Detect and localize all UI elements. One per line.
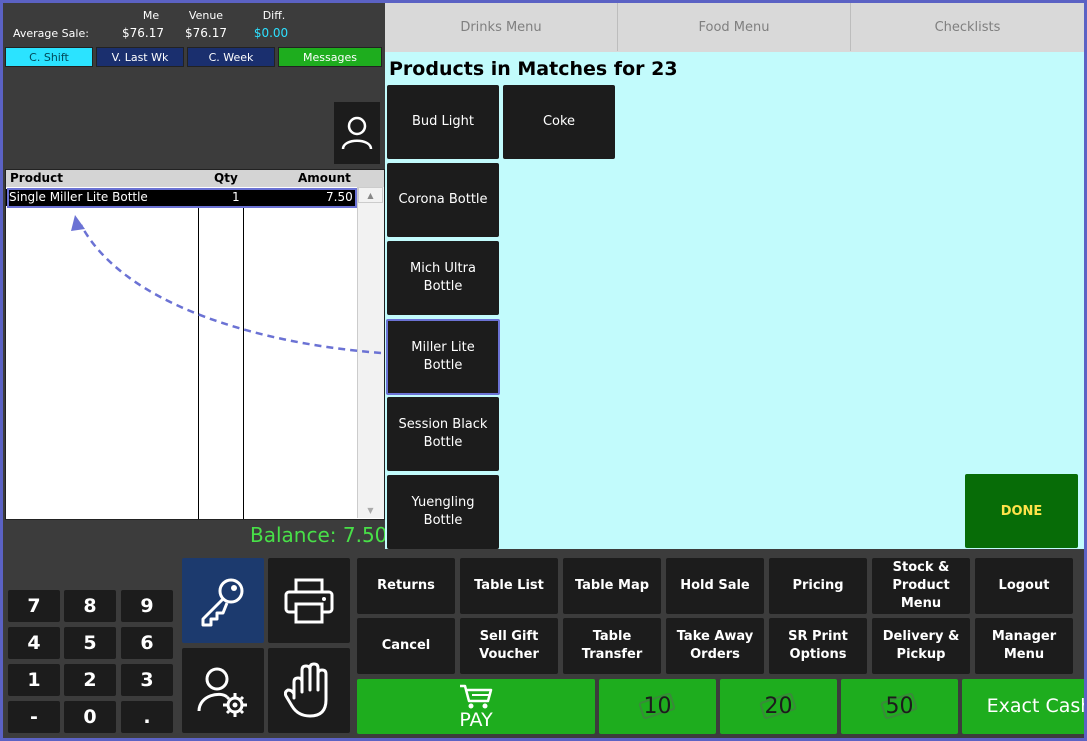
key-icon — [201, 578, 244, 626]
key-login-button[interactable] — [182, 558, 264, 643]
logout-button[interactable]: Logout — [975, 558, 1073, 614]
hand-icon — [284, 662, 328, 717]
cash-10-button[interactable]: 10 — [599, 679, 716, 734]
shopping-cart-icon — [460, 684, 493, 708]
keypad-4[interactable]: 4 — [8, 627, 60, 659]
keypad-5[interactable]: 5 — [64, 627, 116, 659]
delivery-pickup-button[interactable]: Delivery & Pickup — [872, 618, 970, 674]
table-map-button[interactable]: Table Map — [563, 558, 661, 614]
cancel-button[interactable]: Cancel — [357, 618, 455, 674]
hold-hand-button[interactable] — [268, 648, 350, 733]
keypad-1[interactable]: 1 — [8, 664, 60, 696]
cash-10-label: 10 — [643, 694, 672, 719]
returns-button[interactable]: Returns — [357, 558, 455, 614]
pay-label: PAY — [459, 708, 493, 731]
pricing-button[interactable]: Pricing — [769, 558, 867, 614]
cash-20-button[interactable]: 20 — [720, 679, 837, 734]
sr-print-options-button[interactable]: SR Print Options — [769, 618, 867, 674]
hold-sale-button[interactable]: Hold Sale — [666, 558, 764, 614]
keypad-decimal[interactable]: . — [121, 701, 173, 733]
keypad-6[interactable]: 6 — [121, 627, 173, 659]
user-settings-icon — [197, 667, 247, 717]
keypad-8[interactable]: 8 — [64, 590, 116, 622]
cash-50-button[interactable]: 50 — [841, 679, 958, 734]
pos-window: Average Sale: Me Venue Diff. $76.17 $76.… — [3, 3, 1084, 738]
cash-50-label: 50 — [885, 694, 914, 719]
sell-gift-voucher-button[interactable]: Sell Gift Voucher — [460, 618, 558, 674]
pay-button[interactable]: PAY — [357, 679, 595, 734]
user-settings-button[interactable] — [182, 648, 264, 733]
keypad-minus[interactable]: - — [8, 701, 60, 733]
take-away-orders-button[interactable]: Take Away Orders — [666, 618, 764, 674]
keypad-7[interactable]: 7 — [8, 590, 60, 622]
table-transfer-button[interactable]: Table Transfer — [563, 618, 661, 674]
exact-cash-button[interactable]: Exact Cash — [962, 679, 1084, 734]
stock-product-menu-button[interactable]: Stock & Product Menu — [872, 558, 970, 614]
keypad-3[interactable]: 3 — [121, 664, 173, 696]
cash-20-label: 20 — [764, 694, 793, 719]
manager-menu-button[interactable]: Manager Menu — [975, 618, 1073, 674]
keypad-9[interactable]: 9 — [121, 590, 173, 622]
keypad-0[interactable]: 0 — [64, 701, 116, 733]
keypad-2[interactable]: 2 — [64, 664, 116, 696]
print-button[interactable] — [268, 558, 350, 643]
table-list-button[interactable]: Table List — [460, 558, 558, 614]
printer-icon — [284, 578, 334, 623]
